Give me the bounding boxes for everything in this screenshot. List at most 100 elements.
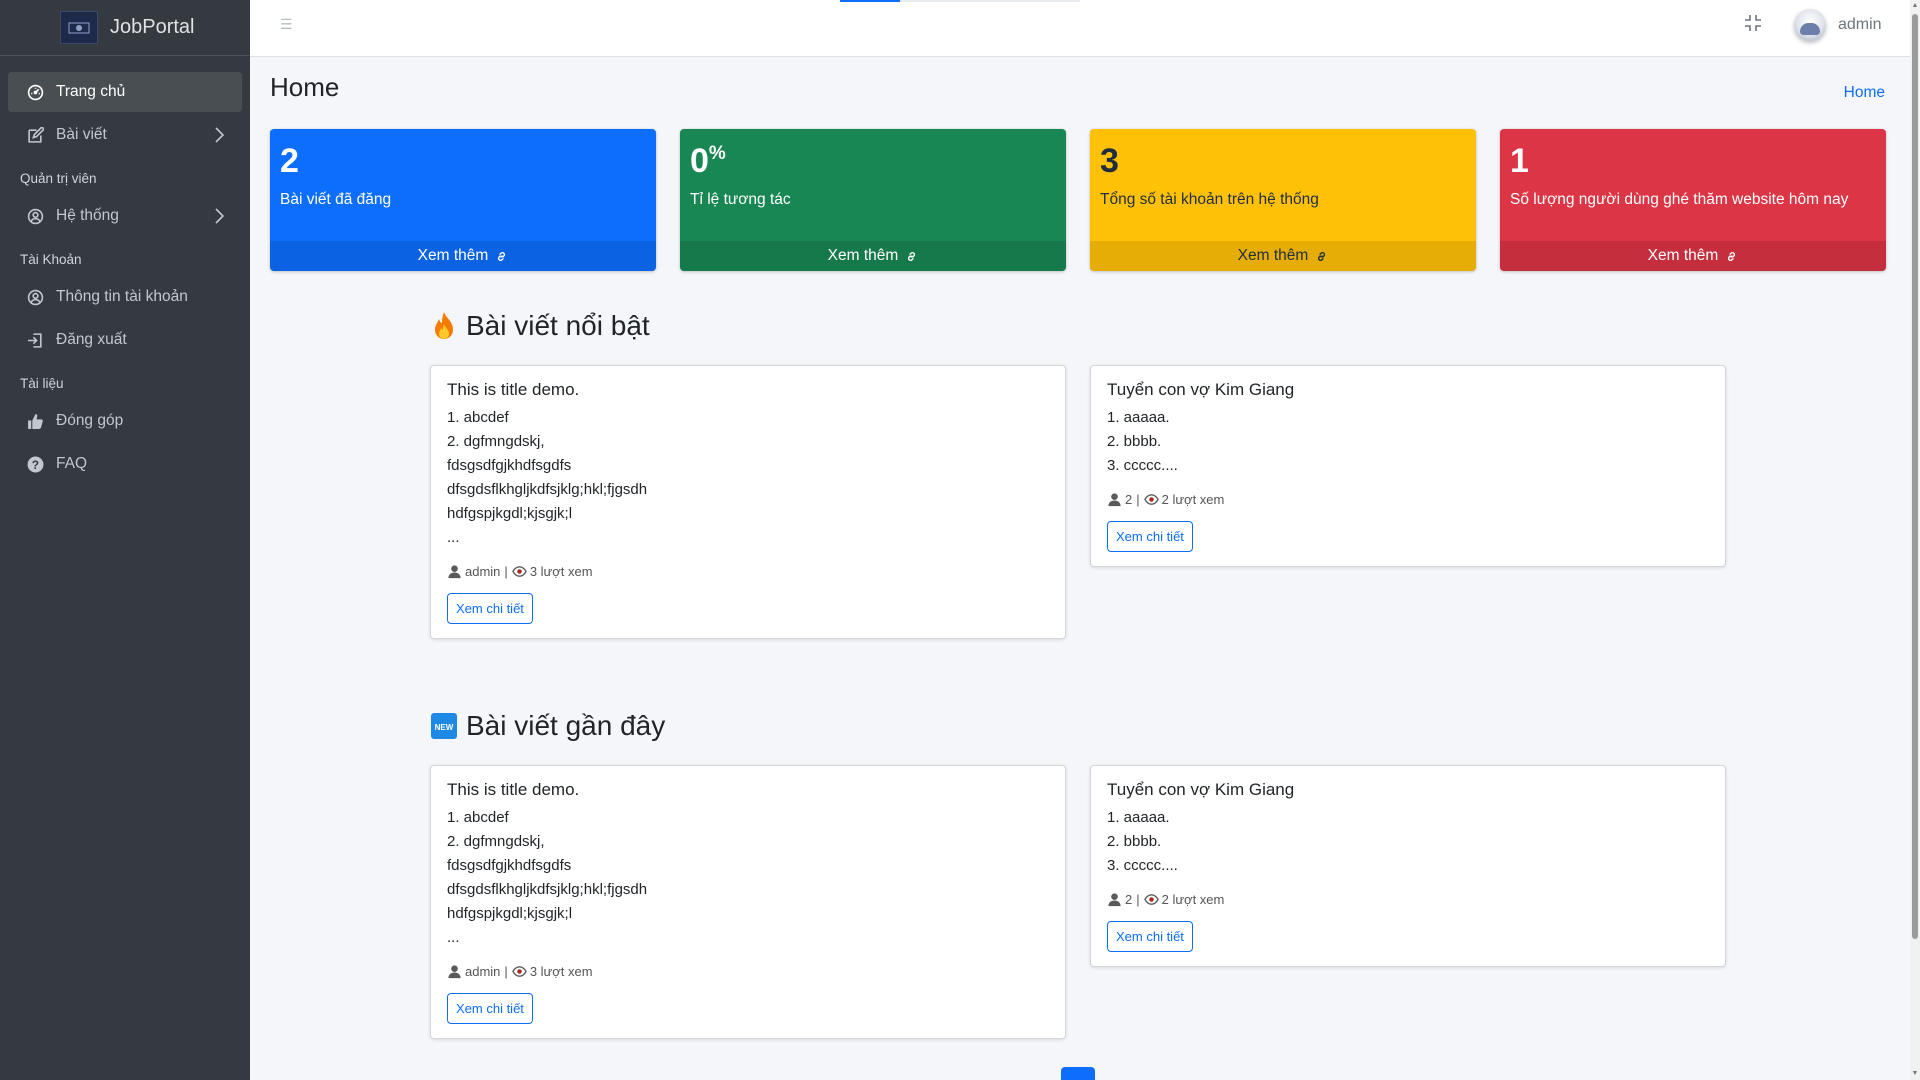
- stat-value: 2: [280, 142, 299, 180]
- post-excerpt-line: 1. aaaaa.: [1107, 809, 1170, 826]
- chevron-right-icon: [214, 127, 225, 143]
- post-title: Tuyển con vợ Kim Giang: [1107, 780, 1295, 799]
- sidebar-item-3[interactable]: Hệ thống: [8, 196, 242, 236]
- stat-more-label: Xem thêm: [827, 247, 899, 264]
- stat-box: 0% Tỉ lệ tương tác Xem thêm: [680, 129, 1066, 271]
- sidebar-item-6[interactable]: Đăng xuất: [8, 320, 242, 360]
- fire-icon: [430, 310, 458, 342]
- post-author: 2: [1125, 892, 1133, 907]
- sidebar-item-1[interactable]: Bài viết: [8, 115, 242, 155]
- stat-more-link[interactable]: Xem thêm: [270, 241, 656, 271]
- user-circle-icon: [26, 288, 44, 306]
- post-card: Tuyển con vợ Kim Giang 1. aaaaa. 2. bbbb. 3…: [1090, 765, 1726, 967]
- sidebar-item-9[interactable]: ? FAQ: [8, 444, 242, 484]
- view-detail-button[interactable]: Xem chi tiết: [447, 593, 533, 624]
- thumbs-up-icon: [26, 412, 44, 430]
- content-header: Home Home: [270, 72, 1885, 112]
- view-detail-button[interactable]: Xem chi tiết: [1107, 921, 1193, 952]
- link-icon: [1308, 250, 1328, 263]
- stat-more-link[interactable]: Xem thêm: [680, 241, 1066, 271]
- post-card: This is title demo. 1. abcdef 2. dgfmngdsk…: [430, 365, 1066, 639]
- post-excerpt-line: 1. abcdef: [447, 409, 509, 426]
- loading-progress-bar: [840, 0, 1080, 2]
- scrollbar-thumb[interactable]: [1912, 14, 1918, 939]
- nav-header: Tài Khoản: [20, 251, 82, 267]
- hamburger-icon[interactable]: ☰: [280, 16, 293, 33]
- post-title: Tuyển con vợ Kim Giang: [1107, 380, 1295, 399]
- stat-label: Tổng số tài khoản trên hệ thống: [1100, 191, 1319, 208]
- eye-icon: [1143, 892, 1162, 907]
- sidebar-item-label: FAQ: [56, 455, 88, 472]
- link-icon: [898, 250, 918, 263]
- sidebar-item-label: Trang chủ: [56, 83, 126, 100]
- sidebar-item-0[interactable]: Trang chủ: [8, 72, 242, 112]
- sidebar-item-8[interactable]: Đóng góp: [8, 401, 242, 441]
- avatar: [1794, 9, 1826, 41]
- breadcrumb-home-link[interactable]: Home: [1844, 84, 1885, 102]
- post-views: 3 lượt xem: [529, 564, 593, 579]
- user-icon: [447, 564, 465, 579]
- stat-label: Số lượng người dùng ghé thăm website hôm…: [1510, 191, 1849, 208]
- sidebar-item-label: Đăng xuất: [56, 331, 127, 348]
- post-excerpt-line: 1. aaaaa.: [1107, 409, 1170, 426]
- brand-link[interactable]: JobPortal: [0, 0, 250, 56]
- scroll-up-icon[interactable]: ▲: [1911, 2, 1919, 10]
- view-detail-button[interactable]: Xem chi tiết: [1107, 521, 1193, 552]
- post-views: 2 lượt xem: [1161, 892, 1225, 907]
- post-excerpt-line: dfsgdsflkhgljkdfsjklg;hkl;fjgsdh: [447, 481, 648, 498]
- user-menu[interactable]: admin: [1794, 9, 1882, 41]
- edit-icon: [26, 126, 44, 144]
- loading-progress-fill: [840, 0, 900, 2]
- eye-icon: [1143, 492, 1162, 507]
- dashboard-icon: [26, 83, 44, 101]
- pagination-button[interactable]: [1061, 1067, 1095, 1080]
- stat-value: 0%: [690, 142, 726, 180]
- post-excerpt-line: 3. ccccc....: [1107, 457, 1178, 474]
- sidebar-nav: Trang chủ Bài viết Quản trị viên Hệ thống Tà…: [0, 72, 250, 484]
- meta-separator: |: [504, 964, 508, 979]
- stat-box: 3 Tổng số tài khoản trên hệ thống Xem thêm: [1090, 129, 1476, 271]
- compress-icon[interactable]: [1744, 14, 1762, 32]
- new-badge-icon: NEW: [430, 710, 458, 742]
- post-meta: admin | 3 lượt xem: [447, 964, 1049, 979]
- sidebar: JobPortal Trang chủ Bài viết Quản trị viên…: [0, 0, 250, 1080]
- nav-header: Tài liệu: [20, 375, 64, 391]
- sidebar-item-label: Thông tin tài khoản: [56, 288, 188, 305]
- svg-text:?: ?: [31, 458, 38, 471]
- post-excerpt-line: ...: [447, 929, 460, 946]
- post-excerpt-line: hdfgspjkgdl;kjsgjk;l: [447, 905, 573, 922]
- post-title: This is title demo.: [447, 780, 580, 799]
- post-excerpt-line: dfsgdsflkhgljkdfsjklg;hkl;fjgsdh: [447, 881, 648, 898]
- user-icon: [1107, 492, 1125, 507]
- scroll-down-icon[interactable]: ▼: [1911, 1070, 1919, 1078]
- post-meta: 2 | 2 lượt xem: [1107, 492, 1709, 507]
- eye-icon: [511, 564, 530, 579]
- post-author: admin: [465, 564, 501, 579]
- link-icon: [488, 250, 508, 263]
- sidebar-item-5[interactable]: Thông tin tài khoản: [8, 277, 242, 317]
- user-circle-icon: [26, 207, 44, 225]
- logout-icon: [26, 331, 44, 349]
- post-excerpt-line: 2. dgfmngdskj,: [447, 433, 545, 450]
- stat-more-label: Xem thêm: [1237, 247, 1309, 264]
- question-circle-icon: ?: [26, 455, 44, 473]
- sidebar-item-label: Bài viết: [56, 126, 107, 143]
- scrollbar[interactable]: ▲ ▼: [1910, 0, 1920, 1080]
- post-excerpt-line: fdsgsdfgjkhdfsgdfs: [447, 857, 572, 874]
- user-icon: [447, 964, 465, 979]
- section-title-text: Bài viết nổi bật: [466, 310, 650, 341]
- post-author: 2: [1125, 492, 1133, 507]
- stat-box: 2 Bài viết đã đăng Xem thêm: [270, 129, 656, 271]
- post-views: 3 lượt xem: [529, 964, 593, 979]
- post-author: admin: [465, 964, 501, 979]
- username: admin: [1838, 16, 1882, 33]
- stat-more-link[interactable]: Xem thêm: [1500, 241, 1886, 271]
- view-detail-button[interactable]: Xem chi tiết: [447, 993, 533, 1024]
- sidebar-item-label: Đóng góp: [56, 412, 124, 429]
- stat-more-label: Xem thêm: [417, 247, 489, 264]
- stat-more-link[interactable]: Xem thêm: [1090, 241, 1476, 271]
- meta-separator: |: [1136, 492, 1140, 507]
- section-title: NEW Bài viết gần đây: [430, 710, 665, 742]
- post-excerpt-line: 2. dgfmngdskj,: [447, 833, 545, 850]
- stat-more-label: Xem thêm: [1647, 247, 1719, 264]
